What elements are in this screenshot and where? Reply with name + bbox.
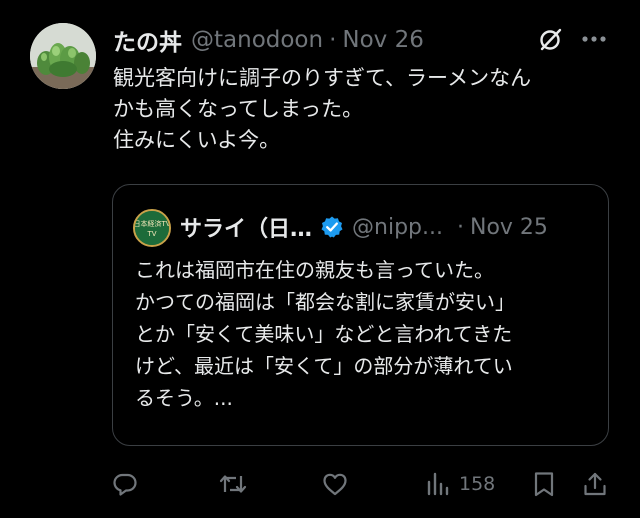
share-button[interactable] (581, 470, 609, 498)
quoted-tweet-text: これは福岡市在住の親友も言っていた。 かつての福岡は「都会な割に家賃が安い」 と… (135, 254, 601, 414)
quoted-tweet-card[interactable]: 日本経済TV TV サライ（日… @nipp... · Nov 25 これは福岡… (112, 184, 609, 446)
quoted-avatar-logo-text: 日本経済TV (135, 219, 169, 228)
grok-icon[interactable] (537, 27, 563, 53)
views-button[interactable]: 158 (426, 470, 495, 498)
reply-button[interactable] (111, 470, 139, 498)
quoted-text-line: とか「安くて美味い」などと言われてきた (135, 322, 513, 346)
quoted-text-line: けど、最近は「安くて」の部分が薄れてい (135, 354, 513, 378)
quoted-tweet-date[interactable]: Nov 25 (470, 215, 548, 240)
retweet-icon (219, 475, 247, 493)
tweet-date[interactable]: Nov 26 (342, 27, 423, 53)
like-icon (323, 473, 347, 496)
verified-badge-icon (321, 216, 343, 238)
reply-icon (113, 473, 137, 496)
quoted-author-handle[interactable]: @nipp... (352, 215, 443, 240)
views-count: 158 (459, 473, 496, 495)
quoted-author-avatar[interactable]: 日本経済TV TV (133, 209, 171, 247)
retweet-button[interactable] (218, 470, 248, 498)
tweet-action-bar: 158 (0, 466, 640, 502)
more-icon[interactable] (581, 34, 607, 44)
quoted-text-line: かつての福岡は「都会な割に家賃が安い」 (135, 290, 515, 314)
bookmark-icon (534, 472, 554, 497)
quoted-author-display-name[interactable]: サライ（日… (180, 211, 312, 243)
author-avatar[interactable] (30, 23, 96, 89)
tweet-text: 観光客向けに調子のりすぎて、ラーメンなん かも高くなってしまった。 住みにくいよ… (113, 63, 613, 156)
author-handle[interactable]: @tanodoon (191, 27, 323, 53)
quoted-avatar-logo: 日本経済TV TV (135, 211, 169, 245)
avatar-image (30, 23, 96, 89)
quoted-header-separator: · (456, 214, 464, 240)
views-icon (427, 472, 449, 496)
tweet-text-line: 住みにくいよ今。 (113, 128, 281, 152)
svg-text:TV: TV (146, 230, 156, 238)
quoted-text-line: これは福岡市在住の親友も言っていた。 (135, 258, 494, 282)
tweet-header: たの丼 @tanodoon · Nov 26 (113, 23, 424, 57)
quoted-tweet-header: サライ（日… @nipp... · Nov 25 (180, 211, 548, 243)
share-icon (584, 472, 606, 496)
author-display-name[interactable]: たの丼 (113, 23, 182, 57)
quoted-text-line: るそう。... (135, 386, 233, 410)
header-separator: · (329, 27, 337, 53)
tweet-text-line: 観光客向けに調子のりすぎて、ラーメンなん (113, 66, 532, 90)
like-button[interactable] (321, 470, 349, 498)
tweet-text-line: かも高くなってしまった。 (113, 97, 364, 121)
bookmark-button[interactable] (531, 470, 557, 498)
